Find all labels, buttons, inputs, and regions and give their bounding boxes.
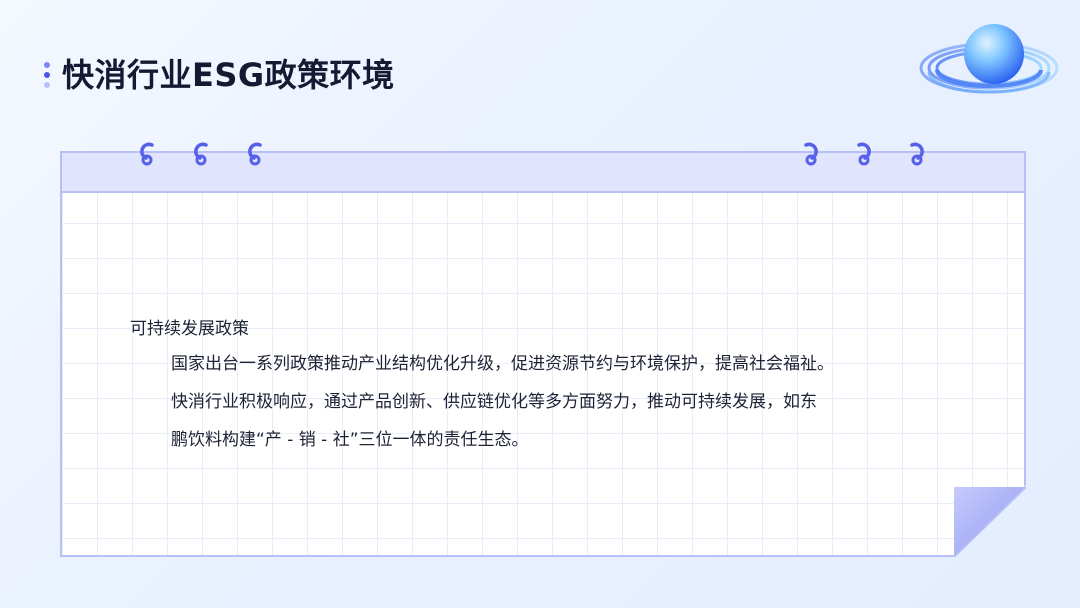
page-title: 快消行业ESG政策环境	[62, 56, 395, 94]
slide: 快消行业ESG政策环境 可持续发展政策 国家出台一系列政策推动产业结构优化升级，…	[0, 0, 1080, 608]
paragraph-line: 国家出台一系列政策推动产业结构优化升级，促进资源节约与环境保护，提高社会福祉。	[171, 354, 834, 374]
binder-ring-icon	[804, 142, 818, 166]
section-heading: 可持续发展政策	[130, 319, 249, 339]
paragraph-line: 快消行业积极响应，通过产品创新、供应链优化等多方面努力，推动可持续发展，如东	[171, 392, 817, 412]
paragraph-line: 鹏饮料构建“产 - 销 - 社”三位一体的责任生态。	[171, 430, 529, 450]
binder-ring-icon	[140, 142, 154, 166]
folded-corner	[954, 487, 1026, 557]
binder-ring-icon	[857, 142, 871, 166]
planet-ring-icon	[919, 24, 1059, 94]
title-dots-icon	[44, 62, 50, 92]
binder-ring-icon	[248, 142, 262, 166]
binder-ring-icon	[194, 142, 208, 166]
binder-ring-icon	[910, 142, 924, 166]
